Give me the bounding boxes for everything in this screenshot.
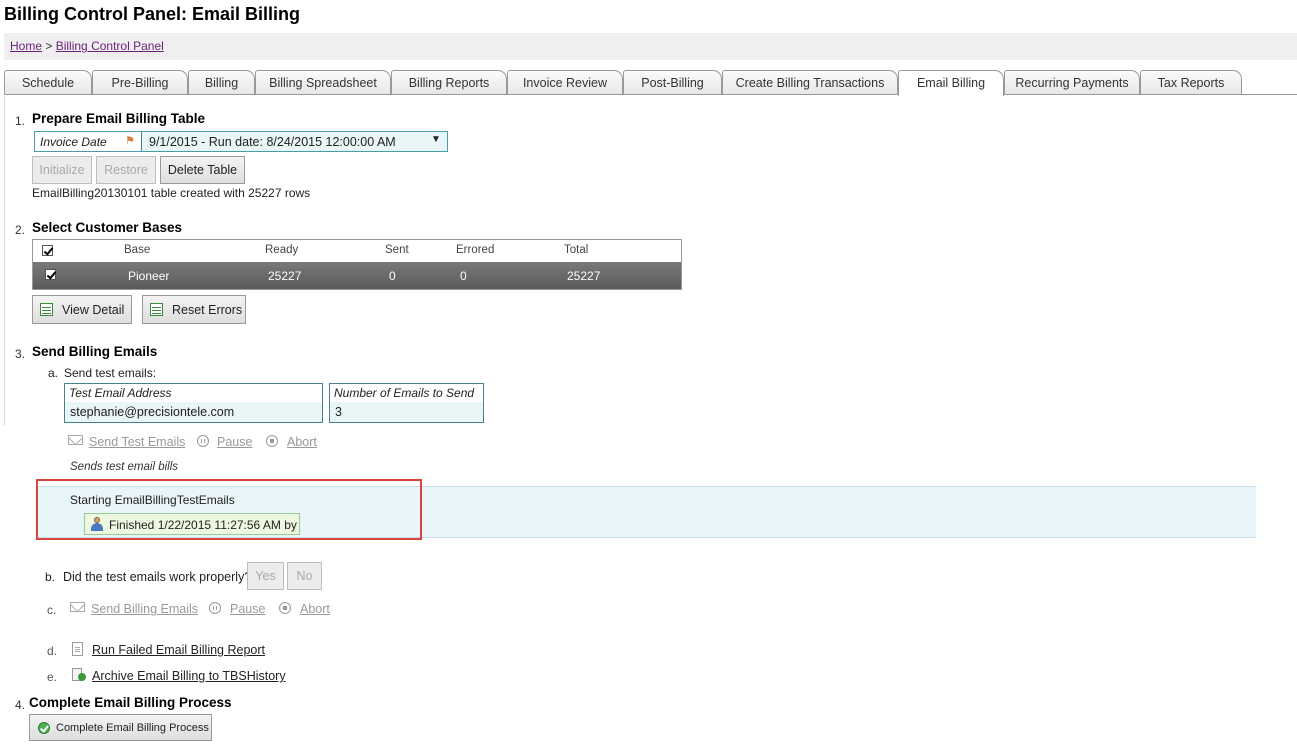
substep-b-text: Did the test emails work properly? — [63, 570, 252, 584]
customer-bases-grid: Base Ready Sent Errored Total Pioneer 25… — [32, 239, 682, 290]
no-button[interactable]: No — [287, 562, 322, 590]
invoice-date-label: Invoice Date — [40, 135, 107, 149]
abort-test-link[interactable]: Abort — [287, 435, 317, 449]
substep-d-label: d. — [47, 644, 58, 658]
column-header-total: Total — [564, 244, 589, 256]
test-email-field-group: Test Email Address stephanie@precisionte… — [64, 383, 323, 423]
excel-icon — [40, 303, 53, 316]
step-2-title: Select Customer Bases — [32, 220, 183, 235]
column-header-errored: Errored — [456, 244, 495, 256]
excel-icon — [150, 303, 163, 316]
pause-test-link[interactable]: Pause — [217, 435, 252, 449]
envelope-icon — [68, 435, 83, 445]
yes-button[interactable]: Yes — [247, 562, 284, 590]
abort-icon — [279, 602, 291, 614]
pause-billing-link[interactable]: Pause — [230, 602, 265, 616]
pause-icon — [209, 602, 221, 614]
restore-button[interactable]: Restore — [96, 156, 156, 184]
step-4-title: Complete Email Billing Process — [29, 695, 232, 710]
abort-billing-link[interactable]: Abort — [300, 602, 330, 616]
breadcrumb-billing-control-panel-link[interactable]: Billing Control Panel — [56, 39, 164, 53]
complete-email-billing-button[interactable]: Complete Email Billing Process — [29, 714, 212, 741]
tab-create-billing-transactions[interactable]: Create Billing Transactions — [722, 70, 898, 94]
cell-errored: 0 — [460, 269, 467, 283]
tab-bar: Schedule Pre-Billing Billing Billing Spr… — [4, 70, 1297, 96]
table-status-text: EmailBilling20130101 table created with … — [32, 186, 311, 200]
tab-email-billing[interactable]: Email Billing — [898, 70, 1004, 96]
step-2-number: 2. — [15, 223, 26, 237]
step-1-title: Prepare Email Billing Table — [32, 111, 206, 126]
send-billing-emails-link[interactable]: Send Billing Emails — [91, 602, 198, 616]
dropdown-arrow-icon[interactable]: ▼ — [431, 134, 441, 145]
page-title: Billing Control Panel: Email Billing — [4, 4, 301, 24]
complete-email-billing-label: Complete Email Billing Process — [56, 722, 209, 734]
envelope-icon — [70, 602, 85, 612]
document-icon — [72, 642, 83, 656]
reset-errors-label: Reset Errors — [172, 303, 243, 317]
table-row[interactable]: Pioneer 25227 0 0 25227 — [33, 262, 681, 289]
column-header-ready: Ready — [265, 244, 299, 256]
breadcrumb-home-link[interactable]: Home — [10, 39, 42, 53]
view-detail-label: View Detail — [62, 303, 125, 317]
tab-billing-spreadsheet[interactable]: Billing Spreadsheet — [255, 70, 391, 94]
cell-total: 25227 — [567, 269, 601, 283]
invoice-date-value: 9/1/2015 - Run date: 8/24/2015 12:00:00 … — [149, 135, 396, 149]
row-checkbox[interactable] — [45, 269, 56, 280]
substep-a-label: a. — [48, 366, 59, 380]
reset-errors-button[interactable]: Reset Errors — [142, 295, 246, 324]
invoice-date-select[interactable]: Invoice Date ⚑ 9/1/2015 - Run date: 8/24… — [34, 131, 448, 152]
check-circle-icon — [38, 722, 50, 734]
breadcrumb-separator: > — [45, 39, 53, 53]
tab-post-billing[interactable]: Post-Billing — [623, 70, 722, 94]
num-emails-input[interactable]: 3 — [330, 402, 483, 422]
view-detail-button[interactable]: View Detail — [32, 295, 132, 324]
archive-icon — [72, 668, 86, 682]
invoice-date-label-cell: Invoice Date ⚑ — [35, 132, 142, 151]
test-email-input[interactable]: stephanie@precisiontele.com — [65, 402, 322, 422]
select-all-checkbox[interactable] — [42, 245, 53, 256]
grid-header: Base Ready Sent Errored Total — [33, 240, 681, 263]
column-header-base: Base — [124, 244, 151, 256]
step-3-number: 3. — [15, 347, 26, 361]
substep-a-text: Send test emails: — [64, 366, 157, 380]
cell-ready: 25227 — [268, 269, 302, 283]
content-border — [4, 96, 5, 426]
cell-base: Pioneer — [128, 269, 170, 283]
substep-b-label: b. — [45, 570, 56, 584]
run-failed-report-link[interactable]: Run Failed Email Billing Report — [92, 643, 265, 657]
substep-e-label: e. — [47, 670, 58, 684]
test-email-label: Test Email Address — [69, 386, 172, 400]
tab-invoice-review[interactable]: Invoice Review — [507, 70, 623, 94]
initialize-button[interactable]: Initialize — [32, 156, 92, 184]
num-emails-value: 3 — [335, 405, 342, 419]
num-emails-field-group: Number of Emails to Send 3 — [329, 383, 484, 423]
step-4-number: 4. — [15, 698, 26, 712]
pause-icon — [197, 435, 209, 447]
step-3-title: Send Billing Emails — [32, 344, 158, 359]
abort-icon — [266, 435, 278, 447]
delete-table-button[interactable]: Delete Table — [160, 156, 245, 184]
tab-schedule[interactable]: Schedule — [4, 70, 92, 94]
breadcrumb: Home > Billing Control Panel — [10, 39, 164, 53]
highlight-annotation — [36, 479, 422, 540]
test-email-value: stephanie@precisiontele.com — [70, 405, 235, 419]
tab-pre-billing[interactable]: Pre-Billing — [92, 70, 188, 94]
tab-tax-reports[interactable]: Tax Reports — [1140, 70, 1242, 94]
num-emails-header: Number of Emails to Send — [330, 384, 483, 403]
archive-email-billing-link[interactable]: Archive Email Billing to TBSHistory — [92, 669, 286, 683]
num-emails-label: Number of Emails to Send — [334, 386, 475, 400]
test-email-header: Test Email Address — [65, 384, 322, 403]
send-test-emails-link[interactable]: Send Test Emails — [89, 435, 185, 449]
substep-c-label: c. — [47, 603, 57, 617]
test-hint-text: Sends test email bills — [70, 461, 179, 473]
tab-billing[interactable]: Billing — [188, 70, 255, 94]
tab-billing-reports[interactable]: Billing Reports — [391, 70, 507, 94]
column-header-sent: Sent — [385, 244, 409, 256]
step-1-number: 1. — [15, 114, 26, 128]
flag-icon: ⚑ — [125, 135, 135, 147]
breadcrumb-bar: Home > Billing Control Panel — [4, 33, 1297, 60]
tab-recurring-payments[interactable]: Recurring Payments — [1004, 70, 1140, 94]
cell-sent: 0 — [389, 269, 396, 283]
